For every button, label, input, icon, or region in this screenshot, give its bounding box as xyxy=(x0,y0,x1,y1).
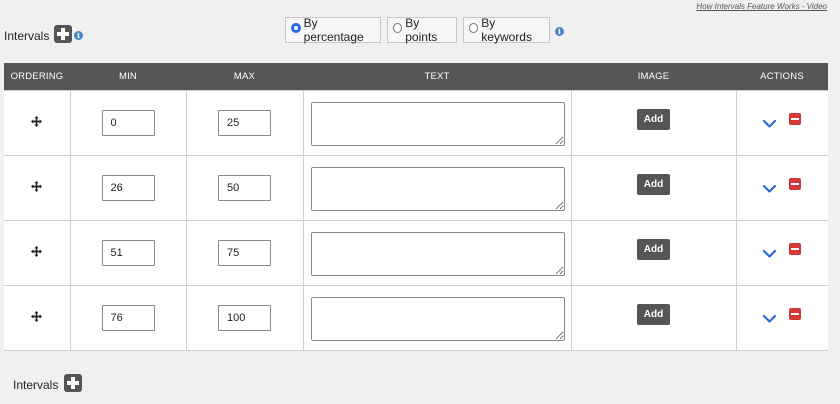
remove-row-icon[interactable] xyxy=(789,113,802,125)
image-cell: Add xyxy=(570,155,736,221)
chevron-down-icon[interactable] xyxy=(763,180,777,193)
column-header-image: IMAGE xyxy=(571,63,736,91)
text-input[interactable] xyxy=(310,232,565,276)
mode-by-keywords[interactable]: By keywords xyxy=(463,16,550,44)
add-image-button[interactable]: Add xyxy=(636,173,671,195)
min-input[interactable] xyxy=(101,110,155,136)
min-cell xyxy=(69,220,186,286)
mode-by-keywords-label: By keywords xyxy=(481,16,532,44)
radio-by-points[interactable] xyxy=(393,23,403,33)
max-input[interactable] xyxy=(218,175,271,201)
table-header-row: ORDERING MIN MAX TEXT IMAGE ACTIONS xyxy=(4,63,828,91)
actions-cell xyxy=(735,155,828,221)
text-cell xyxy=(302,220,571,286)
add-interval-bottom-icon[interactable] xyxy=(64,374,82,392)
chevron-down-icon[interactable] xyxy=(763,310,777,323)
min-cell xyxy=(69,285,186,351)
text-input[interactable] xyxy=(310,102,565,146)
intervals-table: ORDERING MIN MAX TEXT IMAGE ACTIONS Add A… xyxy=(4,63,828,351)
mode-by-points-label: By points xyxy=(405,16,438,44)
max-input[interactable] xyxy=(218,110,271,136)
add-image-button[interactable]: Add xyxy=(636,108,671,130)
move-icon[interactable] xyxy=(31,114,43,127)
remove-row-icon[interactable] xyxy=(789,178,802,190)
ordering-cell xyxy=(4,220,70,286)
intervals-label: Intervals xyxy=(4,29,50,43)
chevron-down-icon[interactable] xyxy=(763,115,777,128)
max-input[interactable] xyxy=(218,240,271,266)
help-video-link[interactable]: How Intervals Feature Works - Video xyxy=(696,2,827,11)
text-cell xyxy=(302,155,571,221)
column-header-actions: ACTIONS xyxy=(736,63,828,91)
add-interval-icon[interactable] xyxy=(54,25,72,43)
text-cell xyxy=(302,90,571,156)
min-input[interactable] xyxy=(101,305,155,331)
ordering-cell xyxy=(4,285,70,351)
max-cell xyxy=(185,220,303,286)
actions-cell xyxy=(735,285,828,351)
ordering-cell xyxy=(4,155,70,221)
move-icon[interactable] xyxy=(31,309,43,322)
table-row: Add xyxy=(4,220,828,286)
image-cell: Add xyxy=(570,90,736,156)
chevron-down-icon[interactable] xyxy=(763,245,777,258)
info-icon[interactable]: i xyxy=(74,31,83,40)
mode-by-percentage-label: By percentage xyxy=(303,16,364,44)
mode-by-percentage[interactable]: By percentage xyxy=(285,16,381,44)
min-input[interactable] xyxy=(101,240,155,266)
min-input[interactable] xyxy=(101,175,155,201)
table-row: Add xyxy=(4,285,828,351)
actions-cell xyxy=(735,90,828,156)
image-cell: Add xyxy=(570,220,736,286)
remove-row-icon[interactable] xyxy=(789,308,802,320)
table-row: Add xyxy=(4,155,828,221)
column-header-max: MAX xyxy=(186,63,303,91)
remove-row-icon[interactable] xyxy=(789,243,802,255)
add-image-button[interactable]: Add xyxy=(636,238,671,260)
column-header-min: MIN xyxy=(70,63,186,91)
min-cell xyxy=(69,90,186,156)
max-cell xyxy=(185,285,303,351)
mode-info-icon[interactable]: i xyxy=(555,27,564,36)
image-cell: Add xyxy=(570,285,736,351)
max-input[interactable] xyxy=(218,305,271,331)
column-header-ordering: ORDERING xyxy=(4,63,70,91)
radio-by-keywords[interactable] xyxy=(469,23,479,33)
mode-by-points[interactable]: By points xyxy=(387,16,457,44)
table-row: Add xyxy=(4,90,828,156)
min-cell xyxy=(69,155,186,221)
column-header-text: TEXT xyxy=(303,63,571,91)
max-cell xyxy=(185,155,303,221)
ordering-cell xyxy=(4,90,70,156)
radio-by-percentage[interactable] xyxy=(291,23,301,33)
actions-cell xyxy=(735,220,828,286)
text-cell xyxy=(302,285,571,351)
text-input[interactable] xyxy=(310,167,565,211)
intervals-footer-label: Intervals xyxy=(13,378,59,392)
move-icon[interactable] xyxy=(31,244,43,257)
max-cell xyxy=(185,90,303,156)
text-input[interactable] xyxy=(310,297,565,341)
move-icon[interactable] xyxy=(31,179,43,192)
add-image-button[interactable]: Add xyxy=(636,303,671,325)
